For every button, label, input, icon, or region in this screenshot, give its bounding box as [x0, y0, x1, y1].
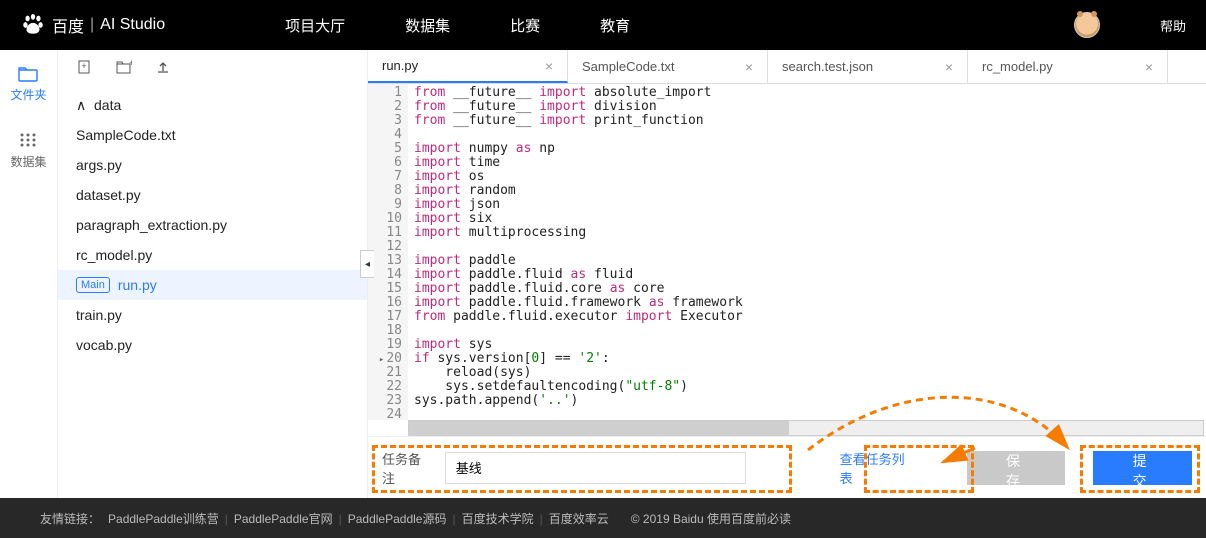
- upload-icon[interactable]: [156, 60, 170, 74]
- logo[interactable]: 百度 | AI Studio: [20, 12, 165, 38]
- top-nav: 百度 | AI Studio 项目大厅 数据集 比赛 教育 帮助: [0, 0, 1206, 50]
- line-gutter: 123456789101112131415161718192021222324: [368, 84, 408, 420]
- footer-link[interactable]: PaddlePaddle官网: [234, 512, 333, 526]
- save-button[interactable]: 保 存: [967, 451, 1066, 485]
- nav-projects[interactable]: 项目大厅: [285, 15, 345, 36]
- editor-tab[interactable]: rc_model.py×: [968, 50, 1168, 83]
- task-note-input[interactable]: [445, 452, 746, 484]
- tree-file[interactable]: dataset.py: [58, 180, 367, 210]
- code-editor[interactable]: 123456789101112131415161718192021222324 …: [368, 84, 1206, 420]
- svg-text:+: +: [81, 61, 86, 71]
- svg-text:+: +: [129, 60, 132, 68]
- rail-files[interactable]: 文件夹: [10, 66, 46, 103]
- tree-file[interactable]: train.py: [58, 300, 367, 330]
- footer-copyright: © 2019 Baidu 使用百度前必读: [631, 510, 791, 527]
- dataset-icon: [18, 131, 38, 149]
- file-panel: + + ∧data SampleCode.txt args.py dataset…: [58, 50, 368, 498]
- main-nav: 项目大厅 数据集 比赛 教育: [285, 15, 630, 36]
- panel-collapse-handle[interactable]: ◂: [360, 250, 374, 278]
- left-rail: 文件夹 数据集: [0, 50, 58, 498]
- horizontal-scrollbar[interactable]: [408, 420, 1204, 436]
- tree-file[interactable]: rc_model.py: [58, 240, 367, 270]
- tree-file[interactable]: vocab.py: [58, 330, 367, 360]
- view-task-list-link[interactable]: 查看任务列表: [840, 449, 913, 487]
- new-file-icon[interactable]: +: [78, 60, 92, 74]
- brand-aistudio: AI Studio: [100, 16, 165, 34]
- tree-file[interactable]: paragraph_extraction.py: [58, 210, 367, 240]
- rail-datasets[interactable]: 数据集: [10, 131, 46, 170]
- file-toolbar: + +: [58, 50, 367, 84]
- task-note-label: 任务备注: [382, 449, 431, 487]
- tab-close-icon[interactable]: ×: [745, 59, 753, 75]
- tab-close-icon[interactable]: ×: [1145, 59, 1153, 75]
- submit-button[interactable]: 提 交: [1093, 451, 1192, 485]
- nav-help[interactable]: 帮助: [1160, 16, 1186, 35]
- footer: 友情链接： PaddlePaddle训练营|PaddlePaddle官网|Pad…: [0, 498, 1206, 538]
- nav-competition[interactable]: 比赛: [510, 15, 540, 36]
- footer-link[interactable]: 百度效率云: [549, 512, 609, 526]
- editor-tab[interactable]: search.test.json×: [768, 50, 968, 83]
- file-tree: ∧data SampleCode.txt args.py dataset.py …: [58, 84, 367, 366]
- brand-baidu: 百度: [52, 13, 84, 37]
- nav-datasets[interactable]: 数据集: [405, 15, 450, 36]
- code-content[interactable]: from __future__ import absolute_importfr…: [408, 84, 1206, 420]
- user-avatar[interactable]: [1074, 12, 1100, 38]
- submit-bar: 任务备注 查看任务列表 保 存 提 交: [368, 436, 1206, 498]
- tab-close-icon[interactable]: ×: [545, 58, 553, 74]
- editor-tab[interactable]: run.py×: [368, 50, 568, 83]
- tree-file-main[interactable]: Mainrun.py: [58, 270, 367, 300]
- folder-icon: [18, 66, 38, 82]
- footer-link[interactable]: 百度技术学院: [462, 512, 534, 526]
- tree-file[interactable]: SampleCode.txt: [58, 120, 367, 150]
- tree-file[interactable]: args.py: [58, 150, 367, 180]
- nav-education[interactable]: 教育: [600, 15, 630, 36]
- new-folder-icon[interactable]: +: [116, 60, 132, 74]
- editor-area: ◂ run.py×SampleCode.txt×search.test.json…: [368, 50, 1206, 498]
- editor-tab[interactable]: SampleCode.txt×: [568, 50, 768, 83]
- tab-close-icon[interactable]: ×: [945, 59, 953, 75]
- main-badge: Main: [76, 277, 110, 293]
- editor-tabs: run.py×SampleCode.txt×search.test.json×r…: [368, 50, 1206, 84]
- footer-link[interactable]: PaddlePaddle训练营: [108, 512, 219, 526]
- tree-folder-data[interactable]: ∧data: [58, 90, 367, 120]
- footer-label: 友情链接：: [40, 510, 100, 527]
- footer-link[interactable]: PaddlePaddle源码: [348, 512, 447, 526]
- baidu-paw-icon: [20, 12, 46, 38]
